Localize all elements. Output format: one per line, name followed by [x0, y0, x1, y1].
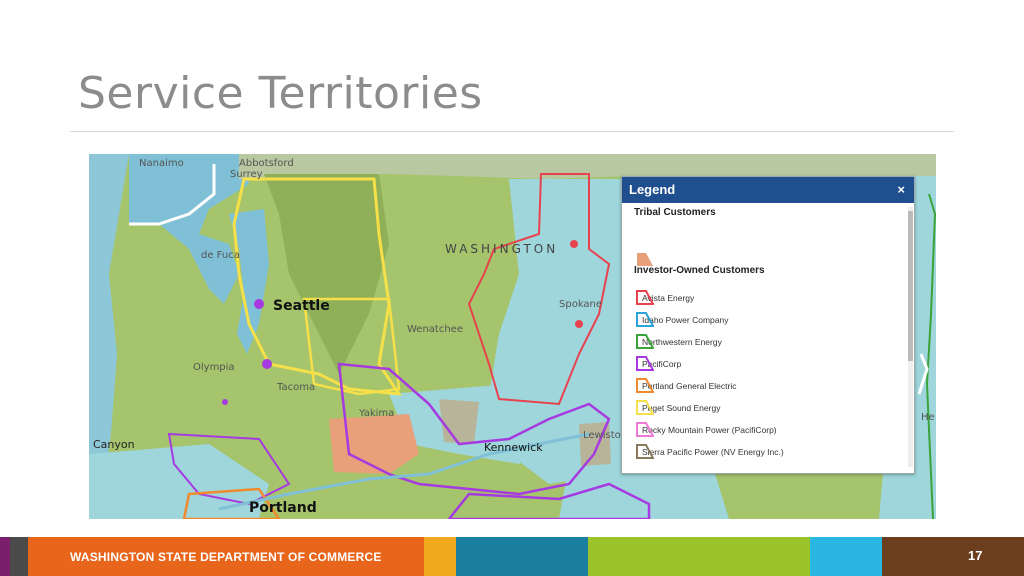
- footer-segment: [0, 537, 10, 576]
- legend-item-idaho-power: Idaho Power Company: [636, 311, 728, 329]
- close-icon[interactable]: ×: [897, 177, 905, 203]
- map-label-tacoma: Tacoma: [277, 382, 316, 393]
- map-label-seattle: Seattle: [273, 298, 330, 314]
- legend-item-avista: Avista Energy: [636, 289, 694, 307]
- map-label-juan-de-fuca: de Fuca: [201, 250, 240, 261]
- page-number: 17: [968, 548, 983, 563]
- legend-title: Legend: [629, 182, 676, 197]
- footer-segment: [882, 537, 1024, 576]
- legend-item-rocky-mountain: Rocky Mountain Power (PacifiCorp): [636, 421, 777, 439]
- legend-header: Legend ×: [622, 177, 914, 203]
- map-label-nanaimo: Nanaimo: [139, 158, 184, 169]
- map-label-kennewick: Kennewick: [484, 441, 543, 454]
- legend-body[interactable]: Tribal Customers Investor-Owned Customer…: [622, 203, 914, 473]
- legend-item-pacificorp: PacifiCorp: [636, 355, 681, 373]
- map-label-olympia: Olympia: [193, 362, 235, 373]
- legend-heading-iou: Investor-Owned Customers: [634, 265, 765, 276]
- legend-item-northwestern: Northwestern Energy: [636, 333, 722, 351]
- map-label-wenatchee: Wenatchee: [407, 324, 463, 335]
- footer-segment: [588, 537, 810, 576]
- footer-segment: [424, 537, 456, 576]
- map-label-washington: WASHINGTON: [445, 242, 559, 256]
- map-label-portland: Portland: [249, 500, 317, 516]
- sierra-pacific-swatch-icon: [636, 444, 654, 459]
- legend-item-puget-sound: Puget Sound Energy: [636, 399, 720, 417]
- rocky-mountain-swatch-icon: [636, 422, 654, 437]
- map-label-canyon: Canyon: [93, 438, 135, 451]
- portland-general-swatch-icon: [636, 378, 654, 393]
- legend-scrollbar[interactable]: [908, 207, 913, 467]
- footer-segment: [810, 537, 882, 576]
- title-divider: [70, 131, 954, 132]
- northwestern-swatch-icon: [636, 334, 654, 349]
- legend-item-sierra-pacific: Sierra Pacific Power (NV Energy Inc.): [636, 443, 784, 461]
- footer-department-name: WASHINGTON STATE DEPARTMENT OF COMMERCE: [70, 550, 382, 564]
- map-label-surrey: Surrey: [230, 169, 263, 180]
- legend-scrollbar-thumb[interactable]: [908, 211, 913, 361]
- puget-sound-swatch-icon: [636, 400, 654, 415]
- idaho-power-swatch-icon: [636, 312, 654, 327]
- map-label-abbotsford: Abbotsford: [239, 158, 294, 169]
- legend-heading-tribal: Tribal Customers: [634, 207, 716, 218]
- legend-panel[interactable]: Legend × Tribal Customers Investor-Owned…: [621, 176, 915, 474]
- map-label-yakima: Yakima: [359, 408, 395, 419]
- map-label-spokane: Spokane: [559, 299, 603, 310]
- footer-segment: [456, 537, 588, 576]
- legend-item-portland-general: Portland General Electric: [636, 377, 737, 395]
- avista-swatch-icon: [636, 290, 654, 305]
- service-territory-map[interactable]: Nanaimo Abbotsford Surrey de Fuca Seattl…: [89, 154, 936, 519]
- map-label-helena: He: [921, 412, 935, 423]
- pacificorp-swatch-icon: [636, 356, 654, 371]
- footer-segment: [10, 537, 28, 576]
- slide-title: Service Territories: [78, 68, 483, 119]
